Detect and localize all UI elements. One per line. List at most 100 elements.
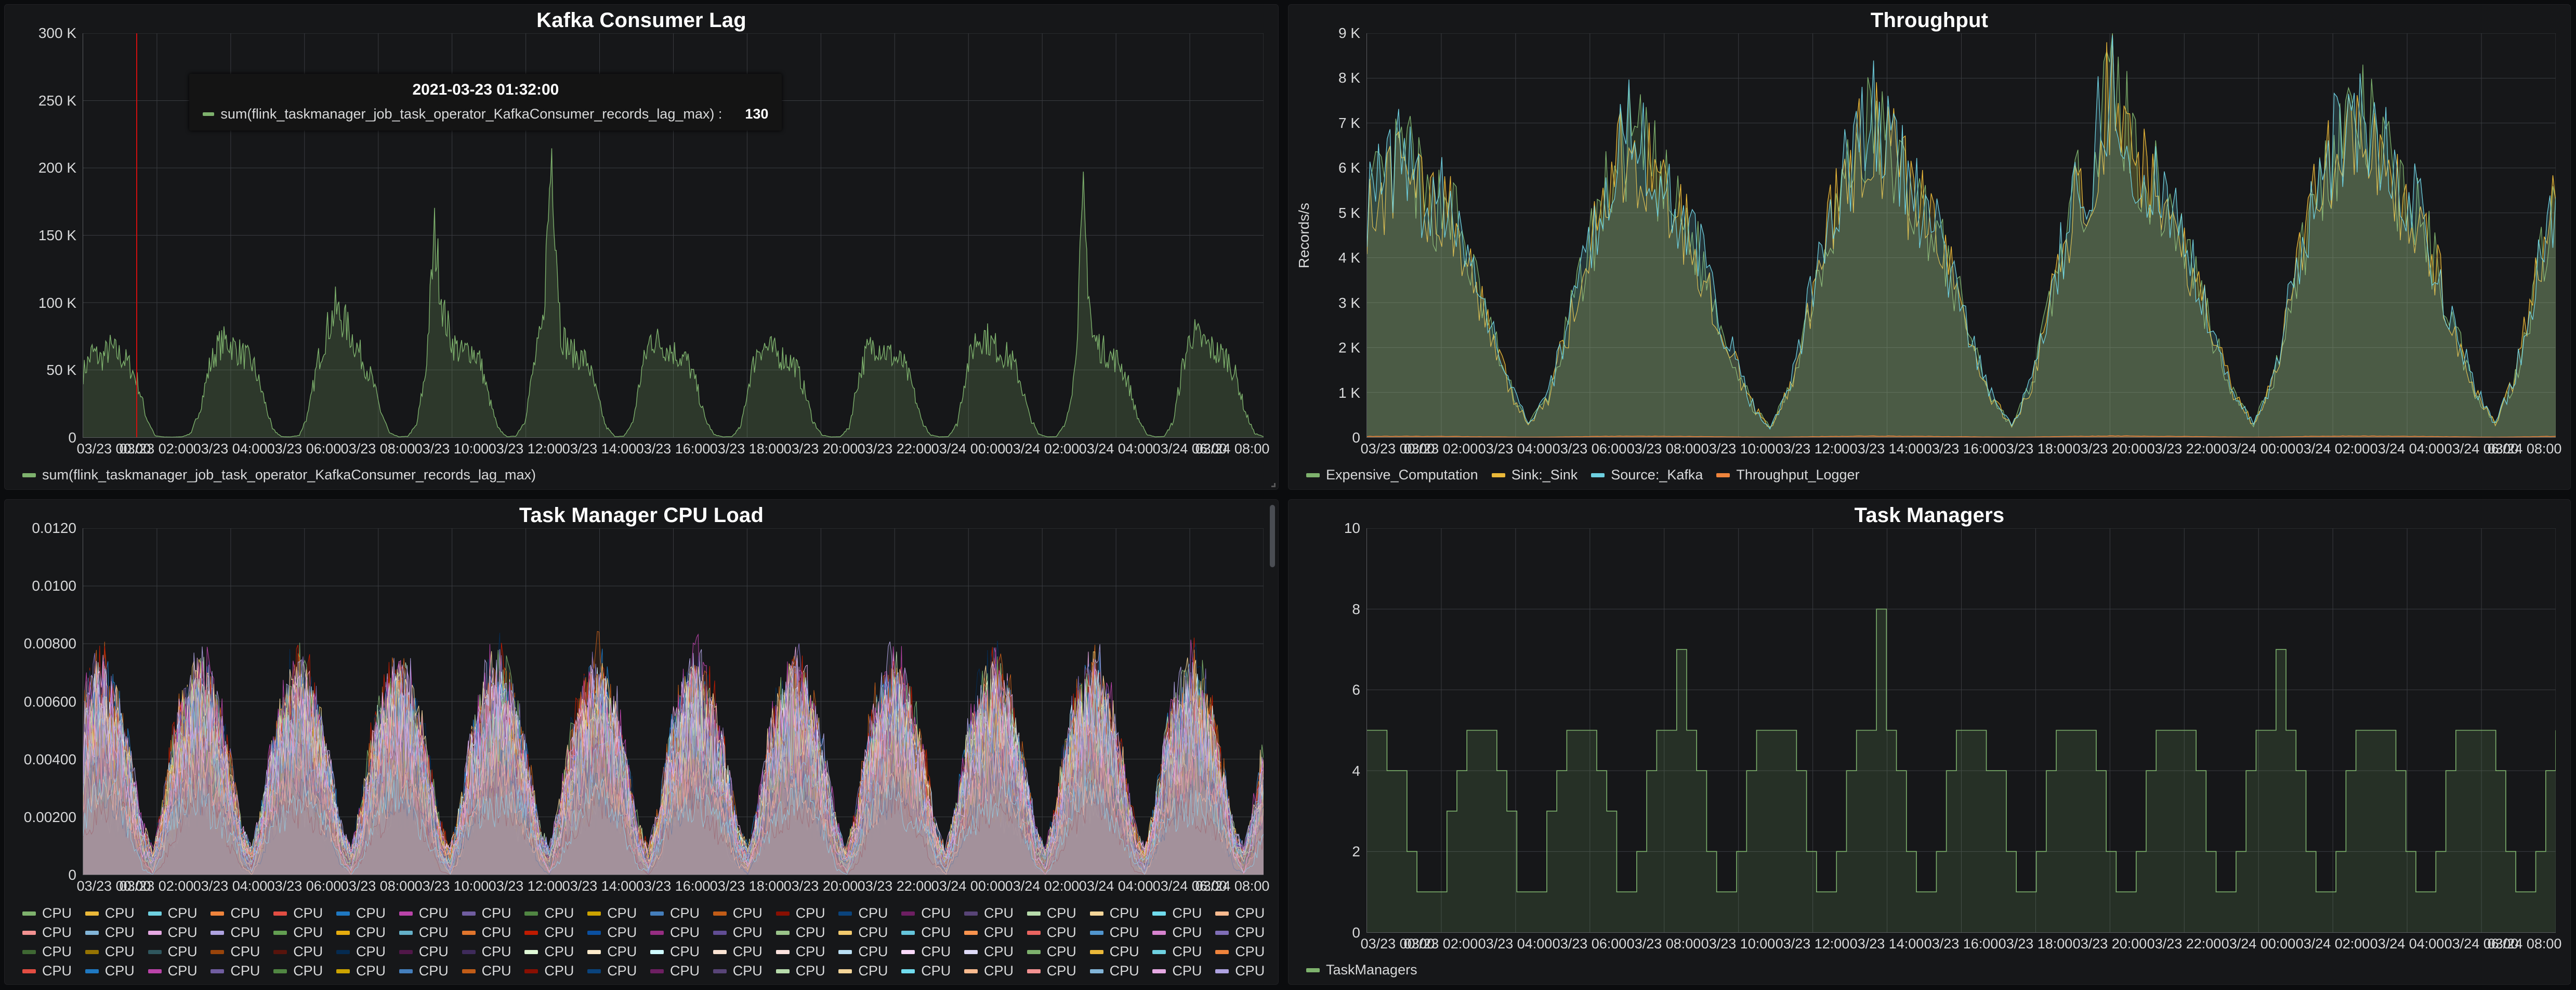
legend-item[interactable]: CPU	[776, 944, 839, 960]
legend-item[interactable]: CPU	[1215, 963, 1278, 979]
legend-item[interactable]: CPU	[273, 963, 336, 979]
legend-item[interactable]: CPU	[22, 963, 85, 979]
legend-item[interactable]: Throughput_Logger	[1716, 467, 1859, 483]
legend-item[interactable]: CPU	[1215, 924, 1278, 941]
legend-item[interactable]: CPU	[1027, 944, 1090, 960]
panel-title-kafka-lag[interactable]: Kafka Consumer Lag	[5, 5, 1278, 33]
legend-item[interactable]: CPU	[1090, 905, 1153, 921]
legend-item[interactable]: CPU	[148, 963, 211, 979]
legend-item[interactable]: CPU	[462, 905, 525, 921]
legend-item[interactable]: CPU	[713, 905, 776, 921]
legend-item[interactable]: CPU	[1215, 905, 1278, 921]
legend-item[interactable]: CPU	[1152, 963, 1215, 979]
legend-scrollbar[interactable]	[1270, 505, 1275, 567]
legend-item[interactable]: CPU	[148, 905, 211, 921]
legend-item[interactable]: CPU	[399, 944, 462, 960]
legend-item[interactable]: CPU	[85, 963, 148, 979]
legend-item[interactable]: CPU	[336, 905, 399, 921]
plot-canvas-cpu-load[interactable]	[83, 528, 1264, 875]
panel-title-task-managers[interactable]: Task Managers	[1289, 500, 2570, 528]
legend-item[interactable]: CPU	[964, 924, 1027, 941]
legend-item[interactable]: CPU	[587, 905, 650, 921]
legend-item[interactable]: CPU	[462, 944, 525, 960]
legend-item[interactable]: CPU	[776, 924, 839, 941]
legend-item[interactable]: CPU	[650, 924, 713, 941]
legend-item[interactable]: CPU	[838, 963, 901, 979]
legend-item[interactable]: CPU	[1090, 924, 1153, 941]
legend-item[interactable]: CPU	[22, 924, 85, 941]
legend-item[interactable]: CPU	[650, 963, 713, 979]
legend-item[interactable]: CPU	[650, 905, 713, 921]
legend-item[interactable]: CPU	[273, 924, 336, 941]
legend-item[interactable]: CPU	[838, 944, 901, 960]
legend-item[interactable]: CPU	[148, 944, 211, 960]
legend-item[interactable]: CPU	[1152, 924, 1215, 941]
legend-item[interactable]: CPU	[713, 924, 776, 941]
legend-item[interactable]: CPU	[85, 944, 148, 960]
legend-item[interactable]: CPU	[1152, 944, 1215, 960]
panel-throughput[interactable]: Throughput Records/s 01 K2 K3 K4 K5 K6 K…	[1288, 4, 2571, 490]
legend-item[interactable]: CPU	[587, 963, 650, 979]
plot-canvas-task-managers[interactable]	[1366, 528, 2556, 933]
legend-item[interactable]: CPU	[85, 924, 148, 941]
plot-canvas-throughput[interactable]	[1366, 33, 2556, 438]
legend-item[interactable]: Sink:_Sink	[1492, 467, 1578, 483]
legend-item[interactable]: CPU	[336, 924, 399, 941]
legend-item[interactable]: CPU	[838, 924, 901, 941]
legend-item[interactable]: TaskManagers	[1306, 962, 1417, 978]
panel-title-throughput[interactable]: Throughput	[1289, 5, 2570, 33]
legend-cpu-load[interactable]: CPUCPUCPUCPUCPUCPUCPUCPUCPUCPUCPUCPUCPUC…	[5, 902, 1278, 984]
legend-item[interactable]: CPU	[901, 944, 964, 960]
legend-item[interactable]: CPU	[462, 963, 525, 979]
legend-item[interactable]: CPU	[524, 905, 587, 921]
legend-item[interactable]: CPU	[964, 905, 1027, 921]
legend-item[interactable]: CPU	[148, 924, 211, 941]
legend-item[interactable]: CPU	[462, 924, 525, 941]
legend-item[interactable]: CPU	[713, 963, 776, 979]
legend-item[interactable]: CPU	[838, 905, 901, 921]
legend-item[interactable]: CPU	[524, 963, 587, 979]
legend-item[interactable]: CPU	[587, 944, 650, 960]
legend-item[interactable]: CPU	[1027, 905, 1090, 921]
legend-item[interactable]: CPU	[1090, 963, 1153, 979]
panel-task-manager-cpu-load[interactable]: Task Manager CPU Load 00.002000.004000.0…	[4, 499, 1279, 985]
legend-item[interactable]: CPU	[22, 905, 85, 921]
legend-item[interactable]: CPU	[964, 944, 1027, 960]
legend-item[interactable]: CPU	[524, 924, 587, 941]
legend-item[interactable]: CPU	[776, 963, 839, 979]
plot-canvas-kafka-lag[interactable]: 2021-03-23 01:32:00 sum(flink_taskmanage…	[83, 33, 1264, 438]
legend-item[interactable]: CPU	[776, 905, 839, 921]
legend-item[interactable]: CPU	[1090, 944, 1153, 960]
legend-item[interactable]: CPU	[399, 905, 462, 921]
legend-item[interactable]: Expensive_Computation	[1306, 467, 1478, 483]
legend-item[interactable]: CPU	[901, 905, 964, 921]
panel-title-cpu-load[interactable]: Task Manager CPU Load	[5, 500, 1278, 528]
legend-item[interactable]: CPU	[85, 905, 148, 921]
legend-item[interactable]: CPU	[1152, 905, 1215, 921]
legend-item[interactable]: CPU	[901, 924, 964, 941]
legend-item[interactable]: CPU	[901, 963, 964, 979]
legend-item[interactable]: CPU	[1027, 924, 1090, 941]
legend-item[interactable]: CPU	[399, 924, 462, 941]
legend-item[interactable]: CPU	[273, 905, 336, 921]
panel-kafka-consumer-lag[interactable]: Kafka Consumer Lag 050 K100 K150 K200 K2…	[4, 4, 1279, 490]
legend-item[interactable]: CPU	[211, 963, 273, 979]
legend-item[interactable]: CPU	[650, 944, 713, 960]
legend-item[interactable]: CPU	[1027, 963, 1090, 979]
panel-resize-handle[interactable]	[1268, 479, 1276, 488]
panel-task-managers[interactable]: Task Managers 0246810 03/23 00:0003/23 0…	[1288, 499, 2571, 985]
legend-item[interactable]: CPU	[964, 963, 1027, 979]
legend-item[interactable]: CPU	[211, 944, 273, 960]
legend-item[interactable]: CPU	[399, 963, 462, 979]
legend-item[interactable]: CPU	[211, 924, 273, 941]
legend-item[interactable]: CPU	[336, 944, 399, 960]
legend-item[interactable]: CPU	[524, 944, 587, 960]
legend-item[interactable]: CPU	[22, 944, 85, 960]
legend-item[interactable]: CPU	[587, 924, 650, 941]
legend-item[interactable]: CPU	[1215, 944, 1278, 960]
legend-item[interactable]: CPU	[713, 944, 776, 960]
legend-item[interactable]: CPU	[211, 905, 273, 921]
legend-item[interactable]: CPU	[336, 963, 399, 979]
legend-item[interactable]: sum(flink_taskmanager_job_task_operator_…	[22, 467, 536, 483]
legend-item[interactable]: CPU	[273, 944, 336, 960]
